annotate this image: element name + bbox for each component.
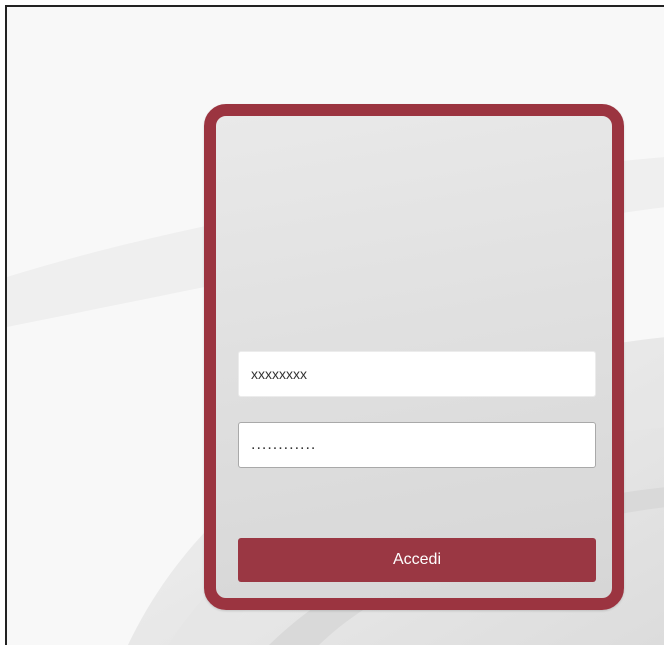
- page-viewport: Accedi: [5, 5, 664, 645]
- login-card: Accedi: [204, 104, 624, 610]
- password-input[interactable]: [238, 422, 596, 468]
- username-input[interactable]: [238, 351, 596, 397]
- login-button[interactable]: Accedi: [238, 538, 596, 582]
